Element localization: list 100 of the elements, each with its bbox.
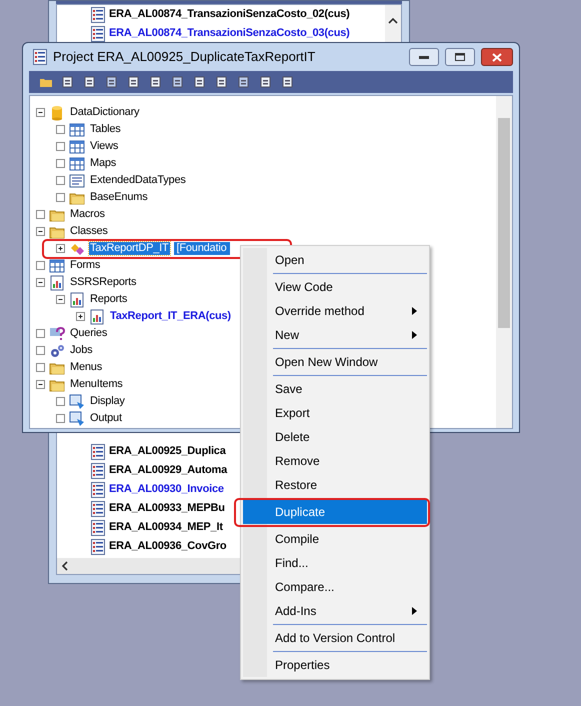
list-icon — [69, 172, 85, 188]
expander-toggle[interactable] — [56, 397, 65, 406]
list-item[interactable]: ERA_AL00929_Automa — [109, 464, 228, 477]
maximize-icon — [455, 53, 465, 61]
document-icon — [127, 75, 141, 89]
expander-toggle[interactable] — [36, 363, 45, 372]
list-document-icon — [91, 462, 105, 478]
list-item[interactable]: ERA_AL00874_TransazioniSenzaCosto_02(cus) — [109, 8, 350, 21]
tree-item[interactable]: Forms — [69, 259, 102, 272]
list-document-icon — [91, 26, 105, 42]
expander-toggle[interactable] — [56, 142, 65, 151]
menu-item[interactable]: Open — [243, 248, 427, 272]
tree-item[interactable]: SSRSReports — [69, 276, 138, 289]
tree-item[interactable]: Output — [89, 412, 123, 425]
list-document-icon — [91, 482, 105, 498]
window-icon — [69, 394, 85, 410]
list-item[interactable]: ERA_AL00936_CovGro — [109, 540, 226, 553]
menu-item[interactable]: Remove — [243, 449, 427, 473]
expander-toggle[interactable] — [36, 210, 45, 219]
expander-toggle[interactable] — [36, 278, 45, 287]
expander-toggle[interactable] — [56, 159, 65, 168]
expander-toggle[interactable] — [36, 329, 45, 338]
menu-item[interactable]: Duplicate — [243, 500, 427, 524]
document-icon — [83, 75, 97, 89]
expander-toggle[interactable] — [56, 295, 65, 304]
question-icon — [49, 326, 65, 342]
menu-item[interactable]: Restore — [243, 473, 427, 497]
scroll-up-icon[interactable] — [388, 17, 398, 25]
expander-toggle[interactable] — [36, 227, 45, 236]
table-icon — [69, 156, 85, 172]
document-icon — [281, 75, 295, 89]
table-icon — [69, 138, 85, 154]
expander-toggle[interactable] — [36, 346, 45, 355]
table-icon — [49, 258, 65, 274]
list-item[interactable]: ERA_AL00933_MEPBu — [109, 502, 225, 515]
expander-toggle[interactable] — [56, 244, 65, 253]
tree-item[interactable]: ExtendedDataTypes — [89, 174, 187, 187]
menu-item[interactable]: Override method — [243, 299, 427, 323]
maximize-button[interactable] — [445, 48, 475, 66]
expander-toggle[interactable] — [36, 261, 45, 270]
scrollbar-thumb[interactable] — [498, 118, 510, 328]
tree-item[interactable]: Maps — [89, 157, 118, 170]
tree-item[interactable]: Views — [89, 140, 120, 153]
window-icon — [69, 410, 85, 426]
expander-toggle[interactable] — [76, 312, 85, 321]
tree-item[interactable]: Classes — [69, 225, 109, 238]
document-icon — [259, 75, 273, 89]
list-document-icon — [91, 444, 105, 460]
tree-item[interactable]: Queries — [69, 327, 108, 340]
menu-item[interactable]: Compare... — [243, 575, 427, 599]
menu-item[interactable]: Properties — [243, 653, 427, 677]
list-item[interactable]: ERA_AL00934_MEP_It — [109, 521, 223, 534]
document-icon — [149, 75, 163, 89]
menu-item[interactable]: Compile — [243, 527, 427, 551]
menu-item[interactable]: Add-Ins — [243, 599, 427, 623]
tree-item[interactable]: Tables — [89, 123, 122, 136]
tree-item[interactable]: Macros — [69, 208, 106, 221]
menu-item[interactable]: Export — [243, 401, 427, 425]
document-icon — [105, 75, 119, 89]
tree-item[interactable]: BaseEnums — [89, 191, 149, 204]
menu-item[interactable]: View Code — [243, 275, 427, 299]
tree-item[interactable]: DataDictionary — [69, 106, 140, 119]
list-document-icon — [91, 500, 105, 516]
expander-toggle[interactable] — [56, 125, 65, 134]
vertical-scrollbar[interactable] — [496, 96, 512, 428]
tree-item[interactable]: TaxReport_IT_ERA(cus) — [109, 310, 232, 323]
scroll-left-icon[interactable] — [61, 561, 69, 571]
tree-item[interactable]: Jobs — [69, 344, 94, 357]
expander-toggle[interactable] — [36, 108, 45, 117]
close-icon — [492, 52, 502, 62]
menu-item[interactable]: Find... — [243, 551, 427, 575]
expander-toggle[interactable] — [56, 414, 65, 423]
list-item[interactable]: ERA_AL00925_Duplica — [109, 445, 226, 458]
tree-item[interactable]: Reports — [89, 293, 128, 306]
menu-item[interactable]: Delete — [243, 425, 427, 449]
chart-document-icon — [89, 308, 105, 324]
expander-toggle[interactable] — [56, 193, 65, 202]
tree-item[interactable]: MenuItems — [69, 378, 124, 391]
expander-toggle[interactable] — [36, 380, 45, 389]
chart-document-icon — [69, 292, 85, 308]
tree-item[interactable]: TaxReportDP_IT — [89, 242, 170, 255]
tree-item[interactable]: Menus — [69, 361, 104, 374]
list-item[interactable]: ERA_AL00874_TransazioniSenzaCosto_03(cus) — [109, 27, 350, 40]
close-button[interactable] — [481, 48, 513, 66]
document-icon — [171, 75, 185, 89]
list-document-icon — [91, 538, 105, 554]
minimize-button[interactable] — [409, 48, 439, 66]
expander-toggle[interactable] — [56, 176, 65, 185]
menu-item[interactable]: Open New Window — [243, 350, 427, 374]
tree-item[interactable]: Display — [89, 395, 126, 408]
document-icon — [61, 75, 75, 89]
list-item[interactable]: ERA_AL00930_Invoice — [109, 483, 224, 496]
menu-item[interactable]: Save — [243, 377, 427, 401]
document-icon — [237, 75, 251, 89]
list-document-icon — [33, 49, 47, 65]
menu-item[interactable]: New — [243, 323, 427, 347]
chart-document-icon — [49, 274, 65, 290]
cylinder-icon — [49, 104, 65, 120]
menu-item[interactable]: Add to Version Control — [243, 626, 427, 650]
table-icon — [69, 122, 85, 138]
